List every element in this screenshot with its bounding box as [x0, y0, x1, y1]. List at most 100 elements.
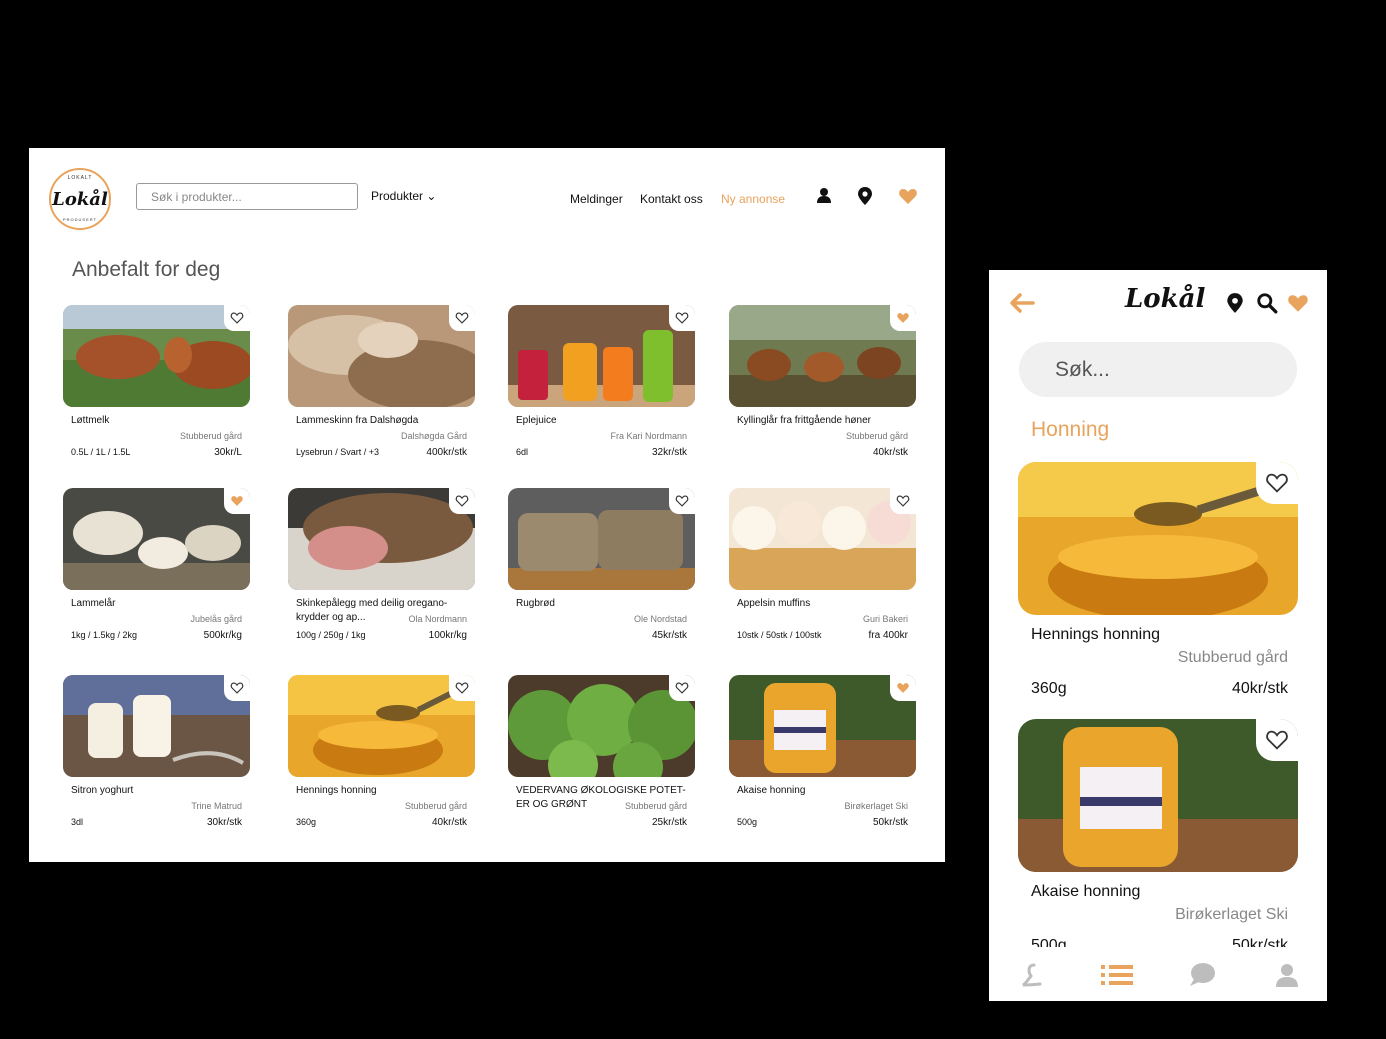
- product-price: 50kr/stk: [872, 817, 908, 828]
- product-unit: Lysebrun / Svart / +3: [296, 447, 379, 457]
- heart-outline-icon: [455, 495, 469, 507]
- product-name: Akaise honning: [737, 785, 806, 796]
- user-icon[interactable]: [814, 186, 834, 206]
- favorite-toggle[interactable]: [669, 675, 695, 701]
- nav-messages[interactable]: Meldinger: [570, 192, 623, 206]
- favorite-toggle[interactable]: [669, 305, 695, 331]
- section-title: Anbefalt for deg: [72, 258, 221, 281]
- product-name: Sitron yoghurt: [71, 785, 134, 796]
- product-seller: Stubberud gård: [624, 801, 687, 811]
- product-image: [1018, 462, 1298, 615]
- location-pin-icon[interactable]: [1224, 292, 1246, 314]
- product-card[interactable]: Skinkepålegg med deilig oregano-krydder …: [288, 488, 475, 641]
- heart-outline-icon: [675, 682, 689, 694]
- product-unit: 10stk / 50stk / 100stk: [737, 630, 822, 640]
- nav-new-ad[interactable]: Ny annonse: [721, 192, 785, 206]
- favorite-toggle[interactable]: [224, 305, 250, 331]
- favorite-toggle[interactable]: [449, 488, 475, 514]
- logo-word: Lokål: [52, 188, 108, 210]
- product-card[interactable]: Rugbrød Ole Nordstad 45kr/stk: [508, 488, 695, 641]
- product-image: [1018, 719, 1298, 872]
- product-image: [288, 675, 475, 777]
- lokal-logo[interactable]: LOKALT Lokål PRODUSERT: [49, 168, 111, 230]
- heart-outline-icon: [675, 495, 689, 507]
- logo-top-text: LOKALT: [67, 175, 93, 181]
- product-card[interactable]: Lammeskinn fra Dalshøgda Dalshøgda Gård …: [288, 305, 475, 458]
- product-name: Eplejuice: [516, 415, 557, 426]
- tab-messages[interactable]: [1188, 961, 1216, 989]
- logo-bottom-text: PRODUSERT: [62, 217, 98, 222]
- product-name: Akaise honning: [1031, 883, 1141, 900]
- product-image: [288, 488, 475, 590]
- tab-home[interactable]: [1018, 961, 1046, 989]
- nav-contact[interactable]: Kontakt oss: [640, 192, 703, 206]
- heart-outline-icon: [675, 312, 689, 324]
- desktop-screen: LOKALT Lokål PRODUSERT Produkter ⌄ Meldi…: [29, 148, 945, 862]
- product-price: 30kr/L: [214, 447, 242, 458]
- favorite-toggle[interactable]: [890, 305, 916, 331]
- heart-icon[interactable]: [898, 186, 918, 206]
- product-seller: Jubelås gård: [190, 614, 242, 624]
- product-price: 500kr/kg: [203, 630, 242, 641]
- location-pin-icon[interactable]: [855, 186, 875, 206]
- product-unit: 360g: [296, 817, 317, 827]
- product-name: Lammeskinn fra Dalshøgda: [296, 415, 419, 426]
- product-image: [729, 488, 916, 590]
- products-dropdown[interactable]: Produkter ⌄: [371, 189, 436, 203]
- product-seller: Guri Bakeri: [862, 614, 908, 624]
- product-seller: Ola Nordmann: [408, 614, 467, 624]
- favorite-toggle[interactable]: [890, 488, 916, 514]
- back-arrow-icon[interactable]: [1009, 292, 1035, 314]
- product-name: Appelsin muffins: [737, 598, 811, 609]
- product-price: 40kr/stk: [1231, 680, 1288, 697]
- product-image: [508, 488, 695, 590]
- product-price: 45kr/stk: [651, 630, 687, 641]
- product-name: Løttmelk: [71, 415, 110, 426]
- chat-bubble-icon: [1190, 963, 1215, 986]
- favorite-toggle[interactable]: [1256, 462, 1298, 504]
- product-card[interactable]: Akaise honning Birøkerlaget Ski 500g 50k…: [729, 675, 916, 828]
- product-price: 32kr/stk: [651, 447, 687, 458]
- heart-filled-icon: [231, 496, 243, 506]
- favorite-toggle[interactable]: [669, 488, 695, 514]
- product-seller: Ole Nordstad: [633, 614, 687, 624]
- product-card[interactable]: Appelsin muffins Guri Bakeri 10stk / 50s…: [729, 488, 916, 641]
- heart-outline-icon: [230, 682, 244, 694]
- product-card[interactable]: Akaise honning Birøkerlaget Ski 500g 50k…: [1018, 719, 1298, 947]
- user-icon: [1276, 964, 1298, 987]
- favorite-toggle[interactable]: [890, 675, 916, 701]
- product-card[interactable]: Hennings honning Stubberud gård 360g 40k…: [288, 675, 475, 828]
- product-card[interactable]: Eplejuice Fra Kari Nordmann 6dl 32kr/stk: [508, 305, 695, 458]
- product-unit: 500g: [1031, 937, 1067, 947]
- tab-bar: [989, 947, 1327, 1001]
- product-card[interactable]: Løttmelk Stubberud gård 0.5L / 1L / 1.5L…: [63, 305, 250, 458]
- product-seller: Stubberud gård: [845, 431, 908, 441]
- product-image: [63, 675, 250, 777]
- product-unit: 0.5L / 1L / 1.5L: [71, 447, 131, 457]
- product-unit: 100g / 250g / 1kg: [296, 630, 366, 640]
- product-card[interactable]: Lammelår Jubelås gård 1kg / 1.5kg / 2kg …: [63, 488, 250, 641]
- favorite-toggle[interactable]: [224, 675, 250, 701]
- heart-outline-icon: [455, 682, 469, 694]
- product-card[interactable]: Kyllinglår fra frittgående høner Stubber…: [729, 305, 916, 458]
- product-seller: Stubberud gård: [404, 801, 467, 811]
- product-unit: 1kg / 1.5kg / 2kg: [71, 630, 138, 640]
- product-name: Lammelår: [71, 598, 116, 609]
- tab-list[interactable]: [1101, 961, 1133, 989]
- product-image: [508, 305, 695, 407]
- favorite-toggle[interactable]: [449, 305, 475, 331]
- product-seller: Dalshøgda Gård: [400, 431, 467, 441]
- category-title: Honning: [1031, 418, 1110, 441]
- search-icon[interactable]: [1256, 292, 1278, 314]
- mobile-logo[interactable]: Lokål: [1125, 284, 1205, 314]
- favorite-toggle[interactable]: [449, 675, 475, 701]
- heart-icon[interactable]: [1287, 292, 1309, 314]
- favorite-toggle[interactable]: [1256, 719, 1298, 761]
- mobile-search-input[interactable]: [1019, 342, 1297, 397]
- search-input[interactable]: [136, 183, 358, 210]
- product-card[interactable]: Sitron yoghurt Trine Matrud 3dl 30kr/stk: [63, 675, 250, 828]
- product-card[interactable]: VEDERVANG ØKOLOGISKE POTET-ER OG GRØNT S…: [508, 675, 695, 828]
- favorite-toggle[interactable]: [224, 488, 250, 514]
- product-card[interactable]: Hennings honning Stubberud gård 360g 40k…: [1018, 462, 1298, 697]
- tab-profile[interactable]: [1273, 961, 1301, 989]
